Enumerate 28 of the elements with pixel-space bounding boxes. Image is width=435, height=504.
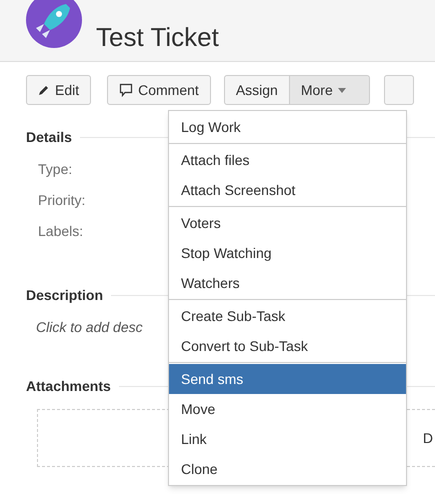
menu-item[interactable]: Attach Screenshot bbox=[169, 175, 406, 205]
menu-item[interactable]: Send sms bbox=[169, 364, 406, 394]
field-label: Labels: bbox=[38, 222, 84, 241]
field-label: Priority: bbox=[38, 191, 86, 210]
menu-item[interactable]: Clone bbox=[169, 454, 406, 484]
drop-zone-text: D bbox=[422, 428, 433, 448]
field-label: Type: bbox=[38, 160, 72, 179]
section-heading: Description bbox=[26, 286, 104, 305]
menu-item[interactable]: Watchers bbox=[169, 268, 406, 298]
menu-item[interactable]: Voters bbox=[169, 208, 406, 238]
menu-item[interactable]: Attach files bbox=[169, 145, 406, 175]
caret-icon bbox=[338, 88, 346, 92]
menu-item[interactable]: Convert to Sub-Task bbox=[169, 331, 406, 361]
speech-bubble-icon bbox=[119, 83, 134, 97]
pencil-icon bbox=[38, 84, 50, 96]
menu-item[interactable]: Move bbox=[169, 394, 406, 424]
edit-button[interactable]: Edit bbox=[26, 75, 92, 105]
menu-item[interactable]: Stop Watching bbox=[169, 238, 406, 268]
menu-item[interactable]: Create Sub-Task bbox=[169, 301, 406, 331]
assign-button[interactable]: Assign bbox=[224, 75, 290, 105]
partial-button[interactable] bbox=[384, 75, 414, 105]
section-heading: Attachments bbox=[26, 377, 111, 396]
menu-item[interactable]: Log Work bbox=[169, 112, 406, 142]
more-button[interactable]: More bbox=[290, 75, 370, 105]
menu-item[interactable]: Link bbox=[169, 424, 406, 454]
ticket-title: Test Ticket bbox=[96, 21, 219, 54]
section-heading: Details bbox=[26, 128, 72, 147]
comment-button[interactable]: Comment bbox=[107, 75, 211, 105]
